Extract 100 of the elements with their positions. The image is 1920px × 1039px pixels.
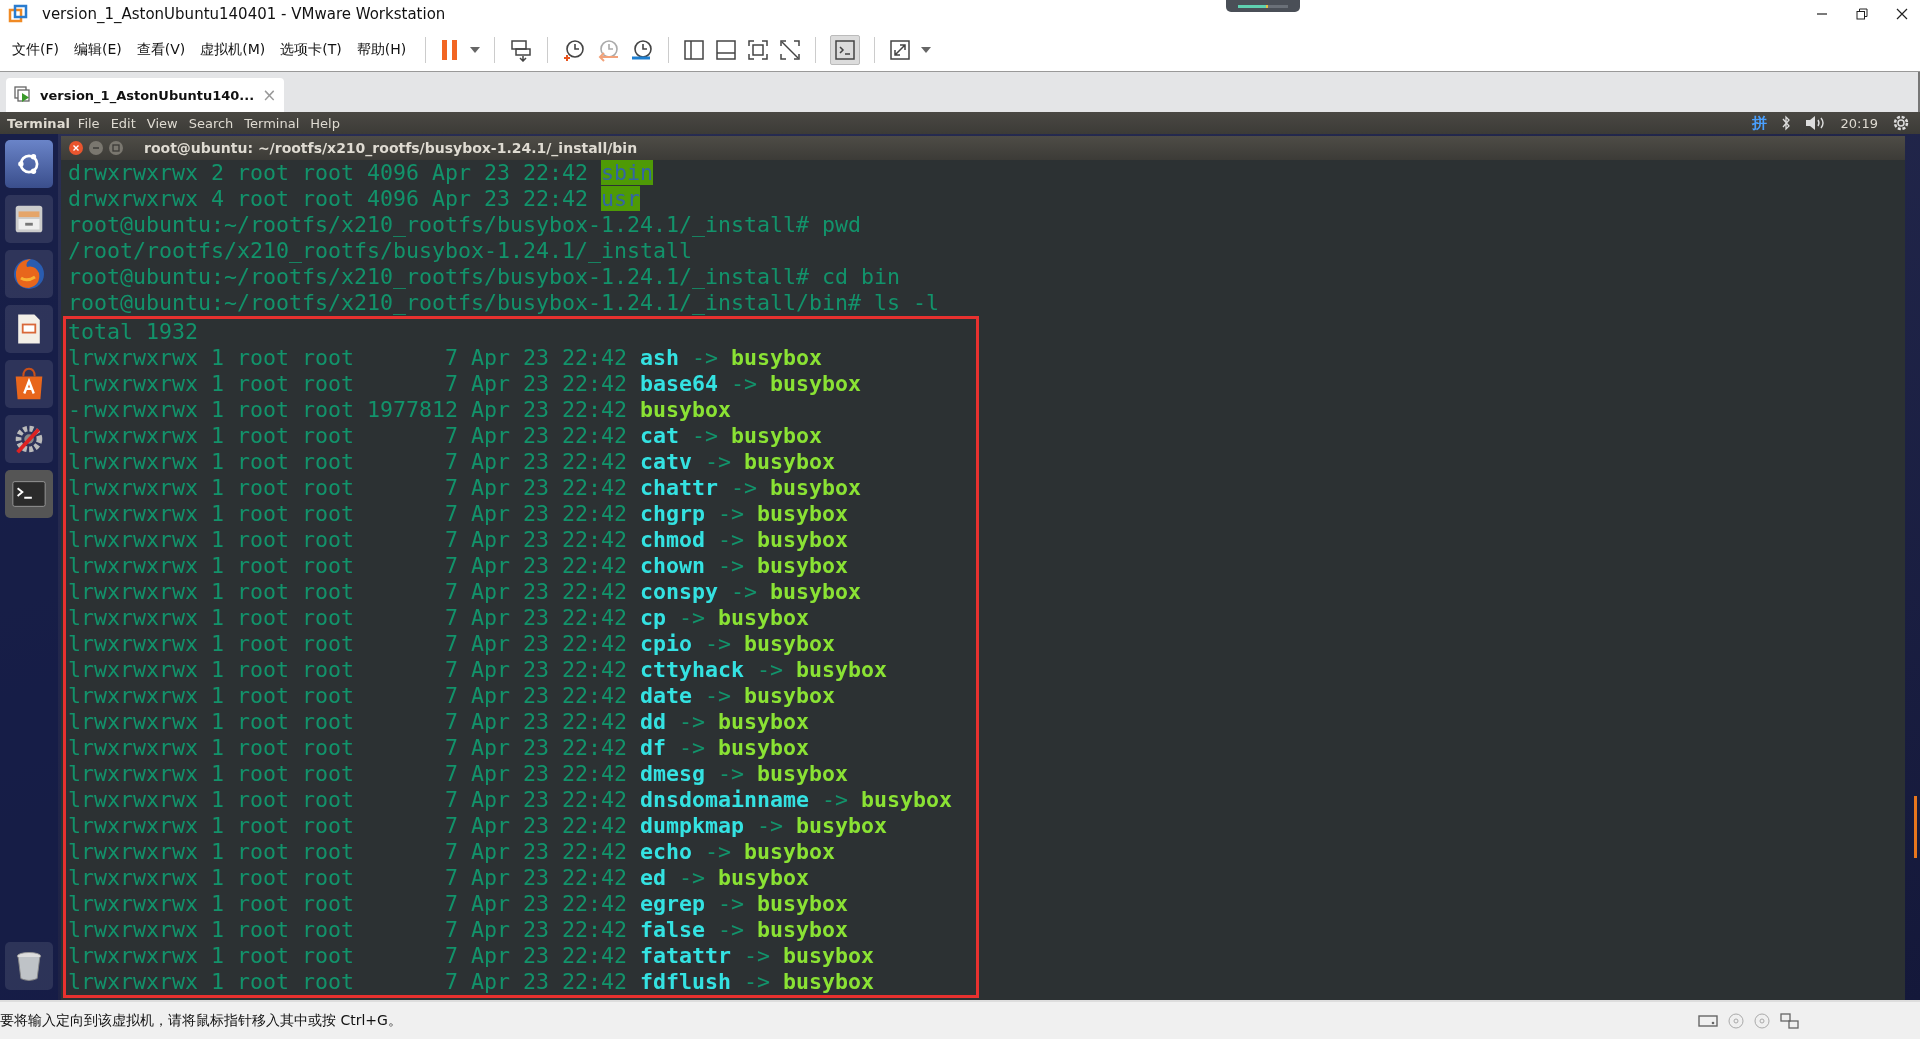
link-target: busybox: [718, 735, 810, 760]
link-name: dd: [640, 709, 667, 734]
menu-item[interactable]: 文件(F): [12, 40, 59, 59]
trash-icon[interactable]: [5, 942, 53, 990]
menu-item[interactable]: File: [77, 115, 100, 131]
input-method-indicator[interactable]: 拼: [1751, 113, 1767, 133]
link-target: busybox: [770, 371, 862, 396]
link-target: busybox: [796, 813, 888, 838]
file-info: lrwxrwxrwx 1 root root 7 Apr 23 22:42: [68, 761, 629, 786]
dash-icon[interactable]: [5, 140, 53, 188]
sidebar-icon[interactable]: [683, 38, 706, 61]
close-icon[interactable]: [1896, 8, 1908, 20]
restore-icon[interactable]: [1856, 8, 1868, 20]
clock[interactable]: 20:19: [1840, 115, 1878, 131]
link-arrow: ->: [692, 345, 719, 370]
maximize-icon[interactable]: [108, 140, 124, 156]
caret-icon[interactable]: [921, 46, 932, 53]
file-info: lrwxrwxrwx 1 root root 7 Apr 23 22:42: [68, 501, 629, 526]
link-name: dumpkmap: [640, 813, 745, 838]
menu-item[interactable]: View: [146, 115, 178, 131]
menu-item[interactable]: 帮助(H): [356, 40, 407, 59]
link-name: chmod: [640, 527, 706, 552]
file-info: lrwxrwxrwx 1 root root 7 Apr 23 22:42: [68, 917, 629, 942]
link-target: busybox: [770, 475, 862, 500]
menu-item[interactable]: 虚拟机(M): [200, 40, 266, 59]
fit-icon[interactable]: [747, 38, 770, 61]
link-name: dmesg: [640, 761, 706, 786]
file-info: lrwxrwxrwx 1 root root 7 Apr 23 22:42: [68, 605, 629, 630]
power-icon[interactable]: [1892, 114, 1910, 132]
network-icon[interactable]: [1780, 1012, 1800, 1029]
link-arrow: ->: [718, 501, 745, 526]
link-name: conspy: [640, 579, 719, 604]
link-arrow: ->: [705, 683, 732, 708]
vm-tab[interactable]: version_1_AstonUbuntu140... ×: [6, 78, 285, 112]
link-name: catv: [640, 449, 693, 474]
link-arrow: ->: [718, 761, 745, 786]
file-info: lrwxrwxrwx 1 root root 7 Apr 23 22:42: [68, 345, 629, 370]
menu-item[interactable]: Help: [310, 115, 340, 131]
link-arrow: ->: [744, 943, 771, 968]
terminal-icon[interactable]: [5, 470, 53, 518]
link-name: date: [640, 683, 693, 708]
file-info: lrwxrwxrwx 1 root root 7 Apr 23 22:42: [68, 449, 629, 474]
link-target: busybox: [744, 839, 836, 864]
file-info: lrwxrwxrwx 1 root root 7 Apr 23 22:42: [68, 631, 629, 656]
link-arrow: ->: [731, 475, 758, 500]
link-name: df: [640, 735, 667, 760]
menu-item[interactable]: 查看(V): [136, 40, 186, 59]
close-icon[interactable]: [68, 140, 84, 156]
file-info: lrwxrwxrwx 1 root root 7 Apr 23 22:42: [68, 579, 629, 604]
link-arrow: ->: [692, 423, 719, 448]
file-info: lrwxrwxrwx 1 root root 7 Apr 23 22:42: [68, 371, 629, 396]
presentation-icon[interactable]: [5, 305, 53, 353]
file-info: lrwxrwxrwx 1 root root 7 Apr 23 22:42: [68, 969, 629, 994]
menu-item[interactable]: 选项卡(T): [280, 40, 342, 59]
file-info: lrwxrwxrwx 1 root root 7 Apr 23 22:42: [68, 813, 629, 838]
link-name: ed: [640, 865, 667, 890]
directory-name: usr: [601, 186, 641, 211]
settings-icon[interactable]: [5, 415, 53, 463]
link-arrow: ->: [757, 657, 784, 682]
caret-icon[interactable]: [470, 46, 481, 53]
link-target: busybox: [796, 657, 888, 682]
console-view-button[interactable]: [830, 34, 861, 65]
app-icon: [8, 4, 28, 24]
file-info: lrwxrwxrwx 1 root root 7 Apr 23 22:42: [68, 735, 629, 760]
panel-icon[interactable]: [715, 38, 738, 61]
menu-item[interactable]: Search: [188, 115, 234, 131]
link-name: false: [640, 917, 706, 942]
file-info: lrwxrwxrwx 1 root root 7 Apr 23 22:42: [68, 865, 629, 890]
link-arrow: ->: [718, 553, 745, 578]
fullscreen-icon[interactable]: [889, 38, 912, 61]
link-target: busybox: [718, 605, 810, 630]
app-name: Terminal: [7, 115, 70, 131]
volume-icon[interactable]: [1804, 115, 1827, 131]
file-info: lrwxrwxrwx 1 root root 7 Apr 23 22:42: [68, 475, 629, 500]
menu-item[interactable]: 编辑(E): [74, 40, 122, 59]
link-arrow: ->: [822, 787, 849, 812]
file-info: drwxrwxrwx 2 root root 4096 Apr 23 22:42: [68, 160, 590, 185]
file-info: lrwxrwxrwx 1 root root 7 Apr 23 22:42: [68, 943, 629, 968]
snapshot-manager-icon[interactable]: [630, 37, 655, 62]
fullscreen-handle[interactable]: [1226, 0, 1300, 12]
link-target: busybox: [744, 631, 836, 656]
link-arrow: ->: [705, 631, 732, 656]
terminal-line: root@ubuntu:~/rootfs/x210_rootfs/busybox-1.24.1/_install# pwd: [68, 212, 862, 237]
link-name: dnsdomainname: [640, 787, 810, 812]
link-name: cpio: [640, 631, 693, 656]
snapshot-icon[interactable]: [562, 37, 587, 62]
bluetooth-icon[interactable]: [1780, 115, 1791, 131]
vm-icon: [14, 86, 32, 104]
terminal-title: root@ubuntu: ~/rootfs/x210_rootfs/busybox-1.24.1/_install/bin: [144, 140, 638, 156]
link-arrow: ->: [718, 917, 745, 942]
link-name: cttyhack: [640, 657, 745, 682]
file-cabinet-icon[interactable]: [5, 195, 53, 243]
file-info: lrwxrwxrwx 1 root root 7 Apr 23 22:42: [68, 891, 629, 916]
menu-item[interactable]: Terminal: [244, 115, 300, 131]
link-arrow: ->: [679, 865, 706, 890]
browser-icon[interactable]: [5, 250, 53, 298]
link-name: ash: [640, 345, 680, 370]
software-center-icon[interactable]: [5, 360, 53, 408]
status-message: 要将输入定向到该虚拟机，请将鼠标指针移入其中或按 Ctrl+G。: [0, 1011, 402, 1030]
menu-item[interactable]: Edit: [110, 115, 136, 131]
